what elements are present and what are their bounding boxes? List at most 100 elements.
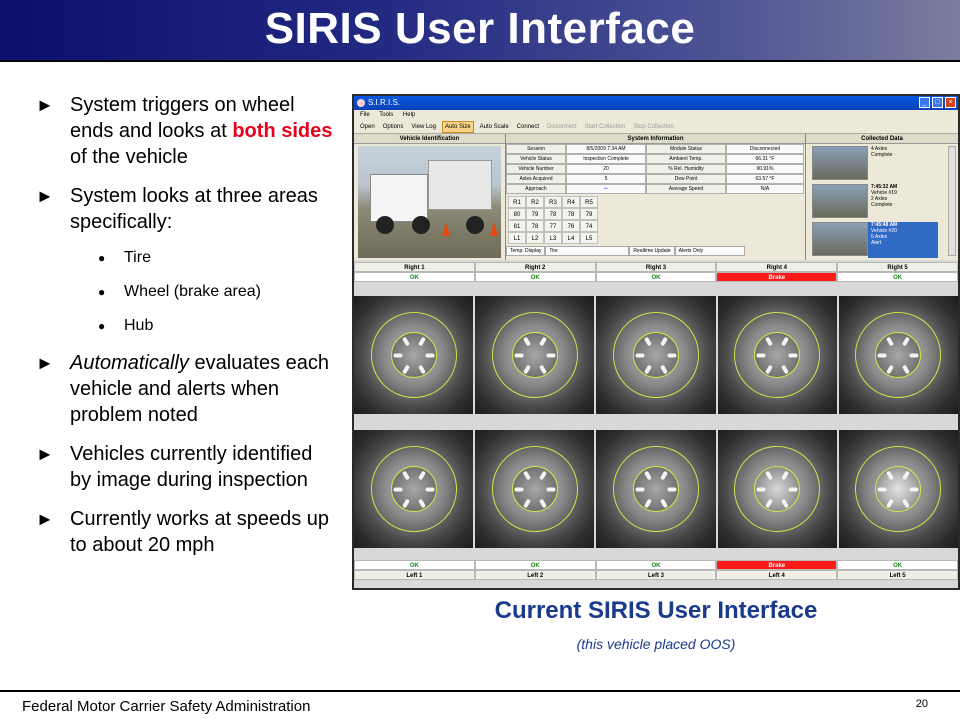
lug-nut-icon [788, 487, 798, 492]
truck-wheel-shape [466, 216, 484, 234]
info-label: Vehicle Number [506, 164, 566, 174]
r-label: R5 [580, 196, 598, 208]
lug-nut-icon [546, 487, 556, 492]
sub-bullet-item: ● Tire [36, 248, 336, 268]
sub-bullet-text: Tire [124, 249, 151, 266]
options-button[interactable]: Options [381, 121, 406, 133]
maximize-icon[interactable]: □ [932, 97, 943, 108]
status-ok: OK [595, 272, 717, 282]
dot-bullet-icon: ● [98, 251, 106, 265]
camera-label: Left 5 [837, 570, 958, 580]
info-label: Approach [506, 184, 566, 194]
thermal-wheel-image[interactable] [596, 430, 716, 548]
bullet-item: ► System triggers on wheel ends and look… [36, 92, 336, 170]
menu-tools[interactable]: Tools [379, 112, 393, 118]
arrow-bullet-icon: ► [36, 353, 54, 373]
info-value: 5 [566, 174, 646, 184]
collected-list-item[interactable]: 7:45:32 AM Vehicle #19 2 Axles Complete [812, 184, 946, 220]
camera-label: Right 4 [716, 262, 838, 272]
info-value: 8/5/2009 7:34 AM [566, 144, 646, 154]
r-value: 79 [580, 208, 598, 220]
info-value: 63.57 °F [726, 174, 804, 184]
vehicle-photo [358, 146, 501, 258]
app-titlebar: S.I.R.I.S. _ □ × [354, 96, 958, 110]
temp-display-select[interactable]: Tire [545, 246, 630, 256]
temp-display-label: Temp. Display [506, 246, 546, 256]
lug-nut-icon [788, 353, 798, 358]
collected-data-panel: Collected Data 4 Axles Complete 7:45:32 … [806, 134, 958, 260]
left-thermal-images [354, 430, 958, 548]
connect-button[interactable]: Connect [515, 121, 541, 133]
info-label: Vehicle Status [506, 154, 566, 164]
realtime-update-select[interactable]: Alerts Only [674, 246, 745, 256]
thermal-wheel-image[interactable] [475, 296, 595, 414]
menu-help[interactable]: Help [403, 112, 415, 118]
r-label: R2 [526, 196, 544, 208]
view-log-button[interactable]: View Log [409, 121, 438, 133]
title-bar: SIRIS User Interface [0, 0, 960, 62]
screenshot-caption: Current SIRIS User Interface (this vehic… [352, 596, 960, 652]
auto-size-button[interactable]: Auto Size [441, 121, 474, 133]
info-label: Module Status [646, 144, 726, 154]
collected-status: Complete [871, 202, 893, 208]
traffic-cone-shape [490, 222, 498, 236]
thermal-wheel-image[interactable] [354, 430, 474, 548]
thermal-wheel-image[interactable] [475, 430, 595, 548]
arrow-bullet-icon: ► [36, 444, 54, 464]
bullet-item: ► Automatically evaluates each vehicle a… [36, 350, 336, 428]
status-ok: OK [837, 272, 958, 282]
lug-nut-icon [877, 353, 887, 358]
vehicle-thumbnail [812, 222, 868, 256]
right-thermal-images [354, 296, 958, 414]
truck-wheel-shape [412, 216, 430, 234]
thermal-wheel-image[interactable] [838, 296, 958, 414]
sub-bullet-text: Hub [124, 317, 154, 334]
disconnect-button[interactable]: Disconnect [545, 121, 579, 133]
window-controls: _ □ × [919, 97, 956, 108]
info-value: Disconnected [726, 144, 804, 154]
collected-item-text: 7:45:48 AM Vehicle #20 5 Axles Alert [868, 222, 938, 258]
menu-file[interactable]: File [360, 112, 370, 118]
collected-list-item-selected[interactable]: 7:45:48 AM Vehicle #20 5 Axles Alert [812, 222, 946, 258]
arrow-bullet-icon: ► [36, 186, 54, 206]
lug-nut-icon [635, 353, 645, 358]
traffic-cone-shape [442, 222, 450, 236]
thermal-wheel-image[interactable] [838, 430, 958, 548]
lug-nut-icon [877, 487, 887, 492]
info-value: 66.31 °F [726, 154, 804, 164]
app-logo-icon [357, 99, 365, 107]
thermal-wheel-image[interactable] [354, 296, 474, 414]
app-menubar: File Tools Help [354, 110, 958, 121]
system-info-grid: Session 8/5/2009 7:34 AM Module Status D… [506, 144, 805, 194]
sub-bullet-item: ● Wheel (brake area) [36, 282, 336, 302]
sub-bullet-item: ● Hub [36, 316, 336, 336]
collected-list-item[interactable]: 4 Axles Complete [812, 146, 946, 182]
info-label: Ambient Temp. [646, 154, 726, 164]
info-label: % Rel. Humidity [646, 164, 726, 174]
status-ok: OK [354, 560, 475, 570]
info-value: Inspection Complete [566, 154, 646, 164]
display-options: Temp. Display Tire Realtime Update Alert… [506, 246, 805, 256]
temperature-grid: R1 R2 R3 R4 R5 80 79 78 78 79 81 78 77 7… [508, 196, 805, 244]
lug-nut-icon [425, 353, 434, 358]
bullet-list: ► System triggers on wheel ends and look… [36, 92, 336, 571]
bullet-text: of the vehicle [70, 146, 188, 168]
minimize-icon[interactable]: _ [919, 97, 930, 108]
thermal-wheel-image[interactable] [717, 296, 837, 414]
open-button[interactable]: Open [358, 121, 377, 133]
lug-nut-icon [756, 353, 766, 358]
footer-organization: Federal Motor Carrier Safety Administrat… [22, 698, 311, 715]
thermal-wheel-image[interactable] [596, 296, 716, 414]
status-ok: OK [474, 560, 596, 570]
close-icon[interactable]: × [945, 97, 956, 108]
status-ok: OK [837, 560, 958, 570]
collected-status: Alert [871, 240, 882, 246]
l-value: 78 [526, 220, 544, 232]
stop-collection-button[interactable]: Stop Collection [631, 121, 675, 133]
start-collection-button[interactable]: Start Collection [583, 121, 628, 133]
auto-scale-button[interactable]: Auto Scale [478, 121, 511, 133]
collected-scrollbar[interactable] [948, 146, 956, 256]
camera-label: Left 4 [716, 570, 838, 580]
thermal-wheel-image[interactable] [717, 430, 837, 548]
panel-heading: Collected Data [806, 134, 958, 144]
